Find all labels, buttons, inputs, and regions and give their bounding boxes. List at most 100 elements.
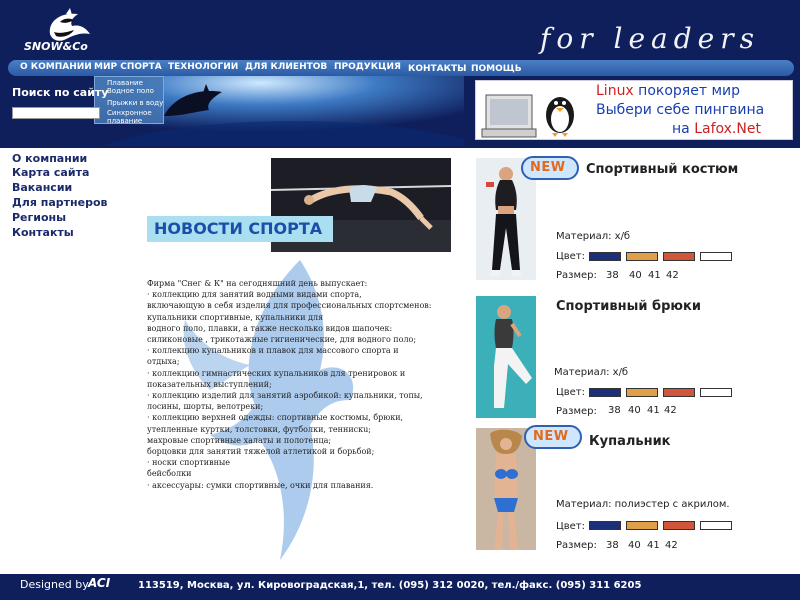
product-1-size-42[interactable]: 42 xyxy=(666,270,679,281)
topnav-item-products[interactable]: ПРОДУКЦИЯ xyxy=(334,62,401,72)
topnav-item-sport-world[interactable]: МИР СПОРТА xyxy=(94,62,162,72)
product-3-size-41[interactable]: 41 xyxy=(647,540,660,551)
product-3-swatch-navy[interactable] xyxy=(589,521,621,530)
news-line: лосины, шорты, велотреки; xyxy=(147,402,264,412)
product-3-size-42[interactable]: 42 xyxy=(665,540,678,551)
slogan-text: for leaders xyxy=(540,22,760,55)
product-2-size-38[interactable]: 38 xyxy=(608,405,621,416)
news-line: утепленные куртки, толстовки, футболки, … xyxy=(147,424,371,434)
product-3-new-badge: NEW xyxy=(524,425,582,449)
news-line: силиконовые , трикотажные гигиенические,… xyxy=(147,335,417,344)
product-3-size-38[interactable]: 38 xyxy=(606,540,619,551)
news-line: борцовки для занятий тяжелой атлетикой и… xyxy=(147,447,375,456)
product-3-color-label: Цвет: xyxy=(556,521,586,532)
search-input[interactable] xyxy=(12,107,100,119)
product-3-swatch-orange[interactable] xyxy=(626,521,658,530)
product-3-material: Материал: полиэстер с акрилом. xyxy=(556,499,730,510)
leftnav-item-company[interactable]: О компании xyxy=(12,152,87,165)
banner-line-1: Linux покоряет мир xyxy=(596,83,740,99)
submenu-item-synchro-1[interactable]: Синхронное xyxy=(107,109,152,117)
news-line: · коллекцию для занятий водными видами с… xyxy=(147,290,362,300)
news-line: · коллекцию купальников и плавок для мас… xyxy=(147,346,399,356)
product-photo-sport-pants[interactable] xyxy=(476,296,536,418)
banner-line-3: на Lafox.Net xyxy=(672,121,761,137)
top-navigation: О КОМПАНИИ МИР СПОРТА ТЕХНОЛОГИИ ДЛЯ КЛИ… xyxy=(8,60,794,76)
search-label: Поиск по сайту xyxy=(12,86,109,99)
topnav-item-help[interactable]: ПОМОЩЬ xyxy=(471,64,522,74)
product-1-swatch-navy[interactable] xyxy=(589,252,621,261)
news-line: купальники спортивные, купальники для xyxy=(147,312,324,322)
leftnav-item-sitemap[interactable]: Карта сайта xyxy=(12,166,89,179)
topnav-item-technologies[interactable]: ТЕХНОЛОГИИ xyxy=(168,62,238,72)
product-1-new-badge: NEW xyxy=(521,156,579,180)
penguin-computer-icon xyxy=(481,94,574,138)
news-line: отдыха; xyxy=(147,357,180,367)
product-1-swatch-orange[interactable] xyxy=(626,252,658,261)
sport-submenu: Плавание Водное поло Прыжки в воду Синхр… xyxy=(94,76,164,125)
topnav-item-contacts[interactable]: КОНТАКТЫ xyxy=(408,64,466,74)
site-footer: Designed by ACI 113519, Москва, ул. Киро… xyxy=(0,574,800,600)
product-3-size-40[interactable]: 40 xyxy=(628,540,641,551)
new-badge-text: NEW xyxy=(530,160,566,175)
product-2-swatch-navy[interactable] xyxy=(589,388,621,397)
product-1-swatch-red[interactable] xyxy=(663,252,695,261)
banner-line-2: Выбери себе пингвина xyxy=(596,102,765,118)
news-heading: НОВОСТИ СПОРТА xyxy=(154,219,323,238)
leftnav-item-partners[interactable]: Для партнеров xyxy=(12,196,107,209)
product-2-swatch-red[interactable] xyxy=(663,388,695,397)
new-badge-text: NEW xyxy=(533,429,569,444)
submenu-item-swimming[interactable]: Плавание xyxy=(107,79,143,87)
product-1-size-label: Размер: xyxy=(556,270,597,281)
leftnav-item-vacancies[interactable]: Вакансии xyxy=(12,181,72,194)
news-line: · аксессуары: сумки спортивные, очки для… xyxy=(147,480,374,490)
news-line: · коллекцию гимнастических купальников д… xyxy=(147,368,406,378)
news-line: Фирма "Снег & К" на сегодняшний день вып… xyxy=(147,279,368,288)
submenu-item-diving[interactable]: Прыжки в воду xyxy=(107,99,163,107)
product-2-size-41[interactable]: 41 xyxy=(647,405,660,416)
product-photo-swimsuit[interactable] xyxy=(476,428,536,550)
news-line: показательных выступлений; xyxy=(147,379,272,389)
product-1-swatch-white[interactable] xyxy=(700,252,732,261)
product-2-size-label: Размер: xyxy=(556,406,597,417)
news-line: махровые спортивные халаты и полотенца; xyxy=(147,435,332,445)
logo-text[interactable]: SNOW&Co xyxy=(24,40,88,53)
banner-line1-rest: покоряет мир xyxy=(633,83,740,99)
banner-lafox-link[interactable]: Lafox.Net xyxy=(694,121,761,137)
product-2-size-40[interactable]: 40 xyxy=(628,405,641,416)
site-header: SNOW&Co for leaders О КОМПАНИИ МИР СПОРТ… xyxy=(0,0,800,148)
product-2-swatch-orange[interactable] xyxy=(626,388,658,397)
product-1-size-38[interactable]: 38 xyxy=(606,270,619,281)
banner-line3-prefix: на xyxy=(672,121,695,137)
product-3-swatch-red[interactable] xyxy=(663,521,695,530)
aci-logo[interactable]: ACI xyxy=(88,576,110,590)
product-2-title[interactable]: Спортивный брюки xyxy=(556,299,701,314)
topnav-item-company[interactable]: О КОМПАНИИ xyxy=(20,62,92,72)
product-1-size-40[interactable]: 40 xyxy=(629,270,642,281)
news-line: · носки спортивные xyxy=(147,458,231,468)
news-line: водного поло, плавки, а также несколько … xyxy=(147,323,393,333)
product-2-swatch-white[interactable] xyxy=(700,388,732,397)
product-3-size-label: Размер: xyxy=(556,540,597,551)
product-2-material: Материал: х/б xyxy=(554,367,629,378)
footer-address: 113519, Москва, ул. Кировоградская,1, те… xyxy=(138,580,642,591)
banner-linux-text: Linux xyxy=(596,83,634,99)
product-3-title[interactable]: Купальник xyxy=(589,434,671,449)
product-2-color-label: Цвет: xyxy=(556,387,586,398)
news-line: включающую в себя изделия для профессион… xyxy=(147,301,432,311)
product-1-color-label: Цвет: xyxy=(556,251,586,262)
product-3-swatch-white[interactable] xyxy=(700,521,732,530)
submenu-item-synchro-2[interactable]: плавание xyxy=(107,117,142,125)
news-line: · коллекцию верхней одежды: спортивные к… xyxy=(147,413,404,423)
product-1-material: Материал: х/б xyxy=(556,231,631,242)
submenu-item-water-polo[interactable]: Водное поло xyxy=(107,87,154,95)
designed-by-text: Designed by xyxy=(20,578,89,591)
news-line: бейсболки xyxy=(147,469,192,479)
product-1-title[interactable]: Спортивный костюм xyxy=(586,162,738,177)
product-2-size-42[interactable]: 42 xyxy=(664,405,677,416)
product-1-size-41[interactable]: 41 xyxy=(648,270,661,281)
leftnav-item-regions[interactable]: Регионы xyxy=(12,211,66,224)
news-line: · коллекцию изделий для занятий аэробико… xyxy=(147,391,423,400)
topnav-item-clients[interactable]: ДЛЯ КЛИЕНТОВ xyxy=(245,62,327,72)
linux-ad-banner[interactable]: Linux покоряет мир Выбери себе пингвина … xyxy=(475,80,793,140)
leftnav-item-contacts[interactable]: Контакты xyxy=(12,226,74,239)
